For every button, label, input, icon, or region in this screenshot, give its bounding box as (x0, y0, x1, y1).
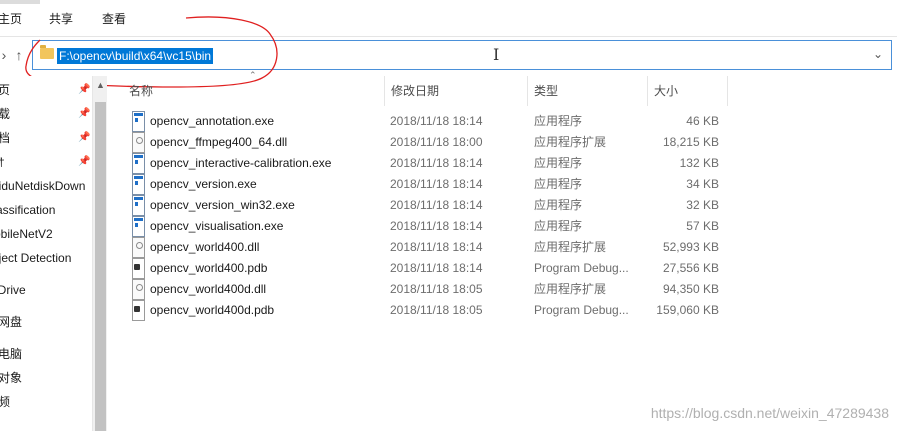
file-size: 57 KB (686, 219, 719, 233)
column-name[interactable]: 名称 (123, 76, 385, 106)
address-row: › ↑ F:\opencv\build\x64\vc15\bin I ⌄ (0, 37, 897, 75)
file-date: 2018/11/18 18:14 (390, 240, 483, 254)
nav-item[interactable]: 页 (0, 80, 10, 100)
file-type: 应用程序扩展 (534, 135, 607, 149)
tab-home[interactable]: 主页 (0, 10, 22, 27)
nav-scrollbar[interactable]: ▲ (92, 76, 107, 431)
nav-item[interactable]: 对象 (0, 368, 22, 388)
file-date: 2018/11/18 18:14 (390, 198, 483, 212)
file-type: 应用程序 (534, 198, 583, 212)
file-type: 应用程序 (534, 156, 583, 170)
file-name: opencv_version_win32.exe (150, 198, 295, 212)
pdb-icon (132, 258, 145, 279)
nav-item[interactable]: 频 (0, 392, 10, 412)
scrollbar-thumb[interactable] (95, 102, 106, 431)
file-date: 2018/11/18 18:05 (390, 282, 483, 296)
file-date: 2018/11/18 18:14 (390, 114, 483, 128)
nav-item[interactable]: † (0, 152, 5, 172)
file-size: 34 KB (686, 177, 719, 191)
nav-item[interactable]: assification (0, 200, 55, 220)
address-bar[interactable]: F:\opencv\build\x64\vc15\bin I ⌄ (32, 40, 892, 70)
nav-item[interactable]: bject Detection (0, 248, 71, 268)
ribbon: 主页 共享 查看 (0, 0, 897, 37)
chevron-down-icon[interactable]: ⌄ (873, 47, 883, 61)
file-name: opencv_world400.pdb (150, 261, 268, 275)
column-header: ⌃ 名称 修改日期 类型 大小 (107, 70, 897, 106)
pin-icon[interactable]: 📌 (78, 84, 90, 95)
column-type[interactable]: 类型 (528, 76, 648, 106)
file-size: 159,060 KB (656, 303, 719, 317)
pin-icon[interactable]: 📌 (78, 132, 90, 143)
dll-icon (132, 237, 145, 258)
column-date[interactable]: 修改日期 (385, 76, 528, 106)
exe-icon (132, 174, 145, 195)
file-type: 应用程序 (534, 114, 583, 128)
file-name: opencv_visualisation.exe (150, 219, 284, 233)
file-type: Program Debug... (534, 303, 629, 317)
exe-icon (132, 153, 145, 174)
file-row[interactable]: opencv_world400d.pdb 2018/11/18 18:05 Prog… (107, 300, 727, 321)
file-row[interactable]: opencv_version_win32.exe 2018/11/18 18:14… (107, 195, 727, 216)
dll-icon (132, 279, 145, 300)
exe-icon (132, 195, 145, 216)
tab-view[interactable]: 查看 (102, 10, 126, 27)
file-date: 2018/11/18 18:14 (390, 219, 483, 233)
file-row[interactable]: opencv_world400.pdb 2018/11/18 18:14 Progr… (107, 258, 727, 279)
file-size: 94,350 KB (662, 282, 719, 296)
watermark: https://blog.csdn.net/weixin_47289438 (650, 405, 889, 421)
file-type: 应用程序扩展 (534, 282, 607, 296)
up-arrow-icon[interactable]: ↑ (11, 46, 27, 64)
file-row[interactable]: opencv_world400d.dll 2018/11/18 18:05 应用程序… (107, 279, 727, 300)
file-size: 32 KB (686, 198, 719, 212)
file-name: opencv_annotation.exe (150, 114, 275, 128)
pin-icon[interactable]: 📌 (78, 156, 90, 167)
file-name: opencv_world400d.pdb (150, 303, 275, 317)
dll-icon (132, 132, 145, 153)
file-row[interactable]: opencv_interactive-calibration.exe 2018/1… (107, 153, 727, 174)
file-name: opencv_world400d.dll (150, 282, 267, 296)
exe-icon (132, 216, 145, 237)
file-size: 27,556 KB (662, 261, 719, 275)
folder-icon (40, 45, 54, 59)
file-date: 2018/11/18 18:14 (390, 177, 483, 191)
file-row[interactable]: opencv_version.exe 2018/11/18 18:14 应用程序 34… (107, 174, 727, 195)
file-date: 2018/11/18 18:14 (390, 156, 483, 170)
text-cursor-icon: I (493, 45, 500, 64)
file-size: 46 KB (686, 114, 719, 128)
nav-item[interactable]: 网盘 (0, 312, 22, 332)
tab-share[interactable]: 共享 (49, 10, 73, 27)
title-strip (0, 0, 40, 4)
file-type: 应用程序 (534, 219, 583, 233)
file-size: 18,215 KB (662, 135, 719, 149)
file-size: 52,993 KB (662, 240, 719, 254)
nav-item[interactable]: 档 (0, 128, 10, 148)
scroll-up-icon[interactable]: ▲ (96, 80, 105, 90)
file-size: 132 KB (679, 156, 719, 170)
file-name: opencv_world400.dll (150, 240, 260, 254)
pin-icon[interactable]: 📌 (78, 108, 90, 119)
file-type: Program Debug... (534, 261, 629, 275)
file-row[interactable]: opencv_annotation.exe 2018/11/18 18:14 应用程… (107, 111, 727, 132)
file-type: 应用程序 (534, 177, 583, 191)
nav-item[interactable]: obileNetV2 (0, 224, 53, 244)
file-row[interactable]: opencv_visualisation.exe 2018/11/18 18:14… (107, 216, 727, 237)
pdb-icon (132, 300, 145, 321)
file-name: opencv_interactive-calibration.exe (150, 156, 332, 170)
file-row[interactable]: opencv_world400.dll 2018/11/18 18:14 应用程序扩… (107, 237, 727, 258)
file-type: 应用程序扩展 (534, 240, 607, 254)
file-row[interactable]: opencv_ffmpeg400_64.dll 2018/11/18 18:00 应… (107, 132, 727, 153)
exe-icon (132, 111, 145, 132)
nav-item[interactable]: 电脑 (0, 344, 22, 364)
file-date: 2018/11/18 18:00 (390, 135, 483, 149)
address-path[interactable]: F:\opencv\build\x64\vc15\bin (57, 48, 214, 64)
file-date: 2018/11/18 18:14 (390, 261, 483, 275)
file-date: 2018/11/18 18:05 (390, 303, 483, 317)
nav-item[interactable]: 载 (0, 104, 10, 124)
file-name: opencv_ffmpeg400_64.dll (150, 135, 288, 149)
navigation-pane: 页 📌 载 📌 档 📌 † 📌 aiduNetdiskDown assifica… (0, 76, 93, 431)
column-size[interactable]: 大小 (648, 76, 728, 106)
nav-item[interactable]: aiduNetdiskDown (0, 176, 85, 196)
file-name: opencv_version.exe (150, 177, 257, 191)
nav-item[interactable]: eDrive (0, 280, 26, 300)
